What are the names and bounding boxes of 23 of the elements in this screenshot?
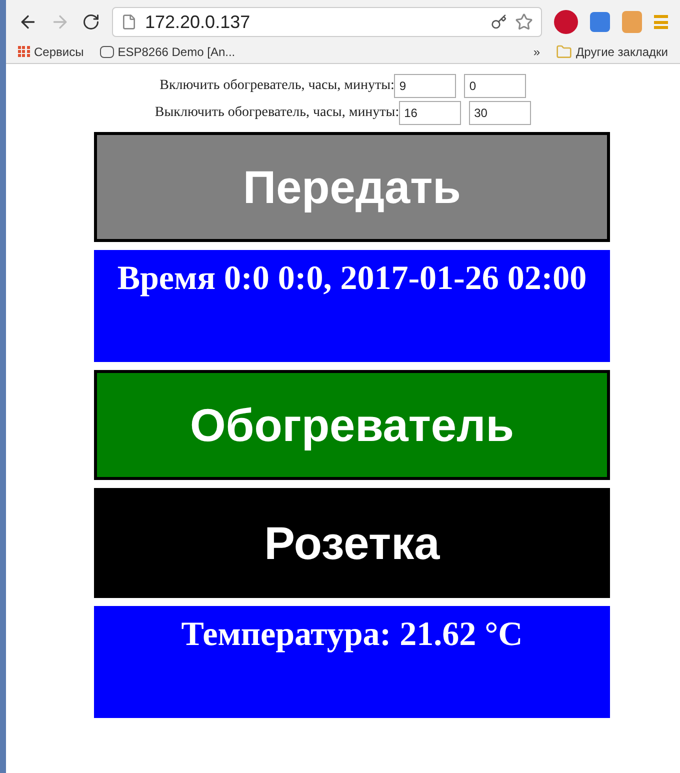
folder-icon [556,44,572,60]
action-button[interactable]: Розетка [94,488,610,598]
bookmark[interactable]: Другие закладки [556,42,668,60]
menu-icon[interactable] [654,15,668,29]
field-label: Выключить обогреватель, часы, минуты: [154,104,400,122]
bookmark[interactable]: Сервисы [18,42,84,60]
info-panel: Время 0:0 0:0, 2017-01-26 02:00 [94,250,610,362]
action-button[interactable]: Передать [94,132,610,242]
action-button[interactable]: Обогреватель [94,370,610,480]
page-icon [121,14,137,30]
bookmark[interactable]: ESP8266 Demo [An... [100,42,236,60]
key-icon[interactable] [491,14,507,30]
reload-icon[interactable] [82,13,100,31]
field-label: Включить обогреватель, часы, минуты: [160,77,394,95]
minutes-field[interactable]: 30 [469,100,532,124]
star-icon[interactable] [515,13,533,31]
bookmarks-overflow[interactable]: » [533,42,540,60]
minutes-field[interactable]: 0 [464,74,526,98]
address-bar[interactable]: 172.20.0.137 [112,7,542,37]
hours-field[interactable]: 9 [394,74,456,98]
info-panel: Температура: 21.62 °C [94,606,610,718]
apps-grid-icon [18,46,30,57]
hours-field[interactable]: 16 [399,100,462,124]
